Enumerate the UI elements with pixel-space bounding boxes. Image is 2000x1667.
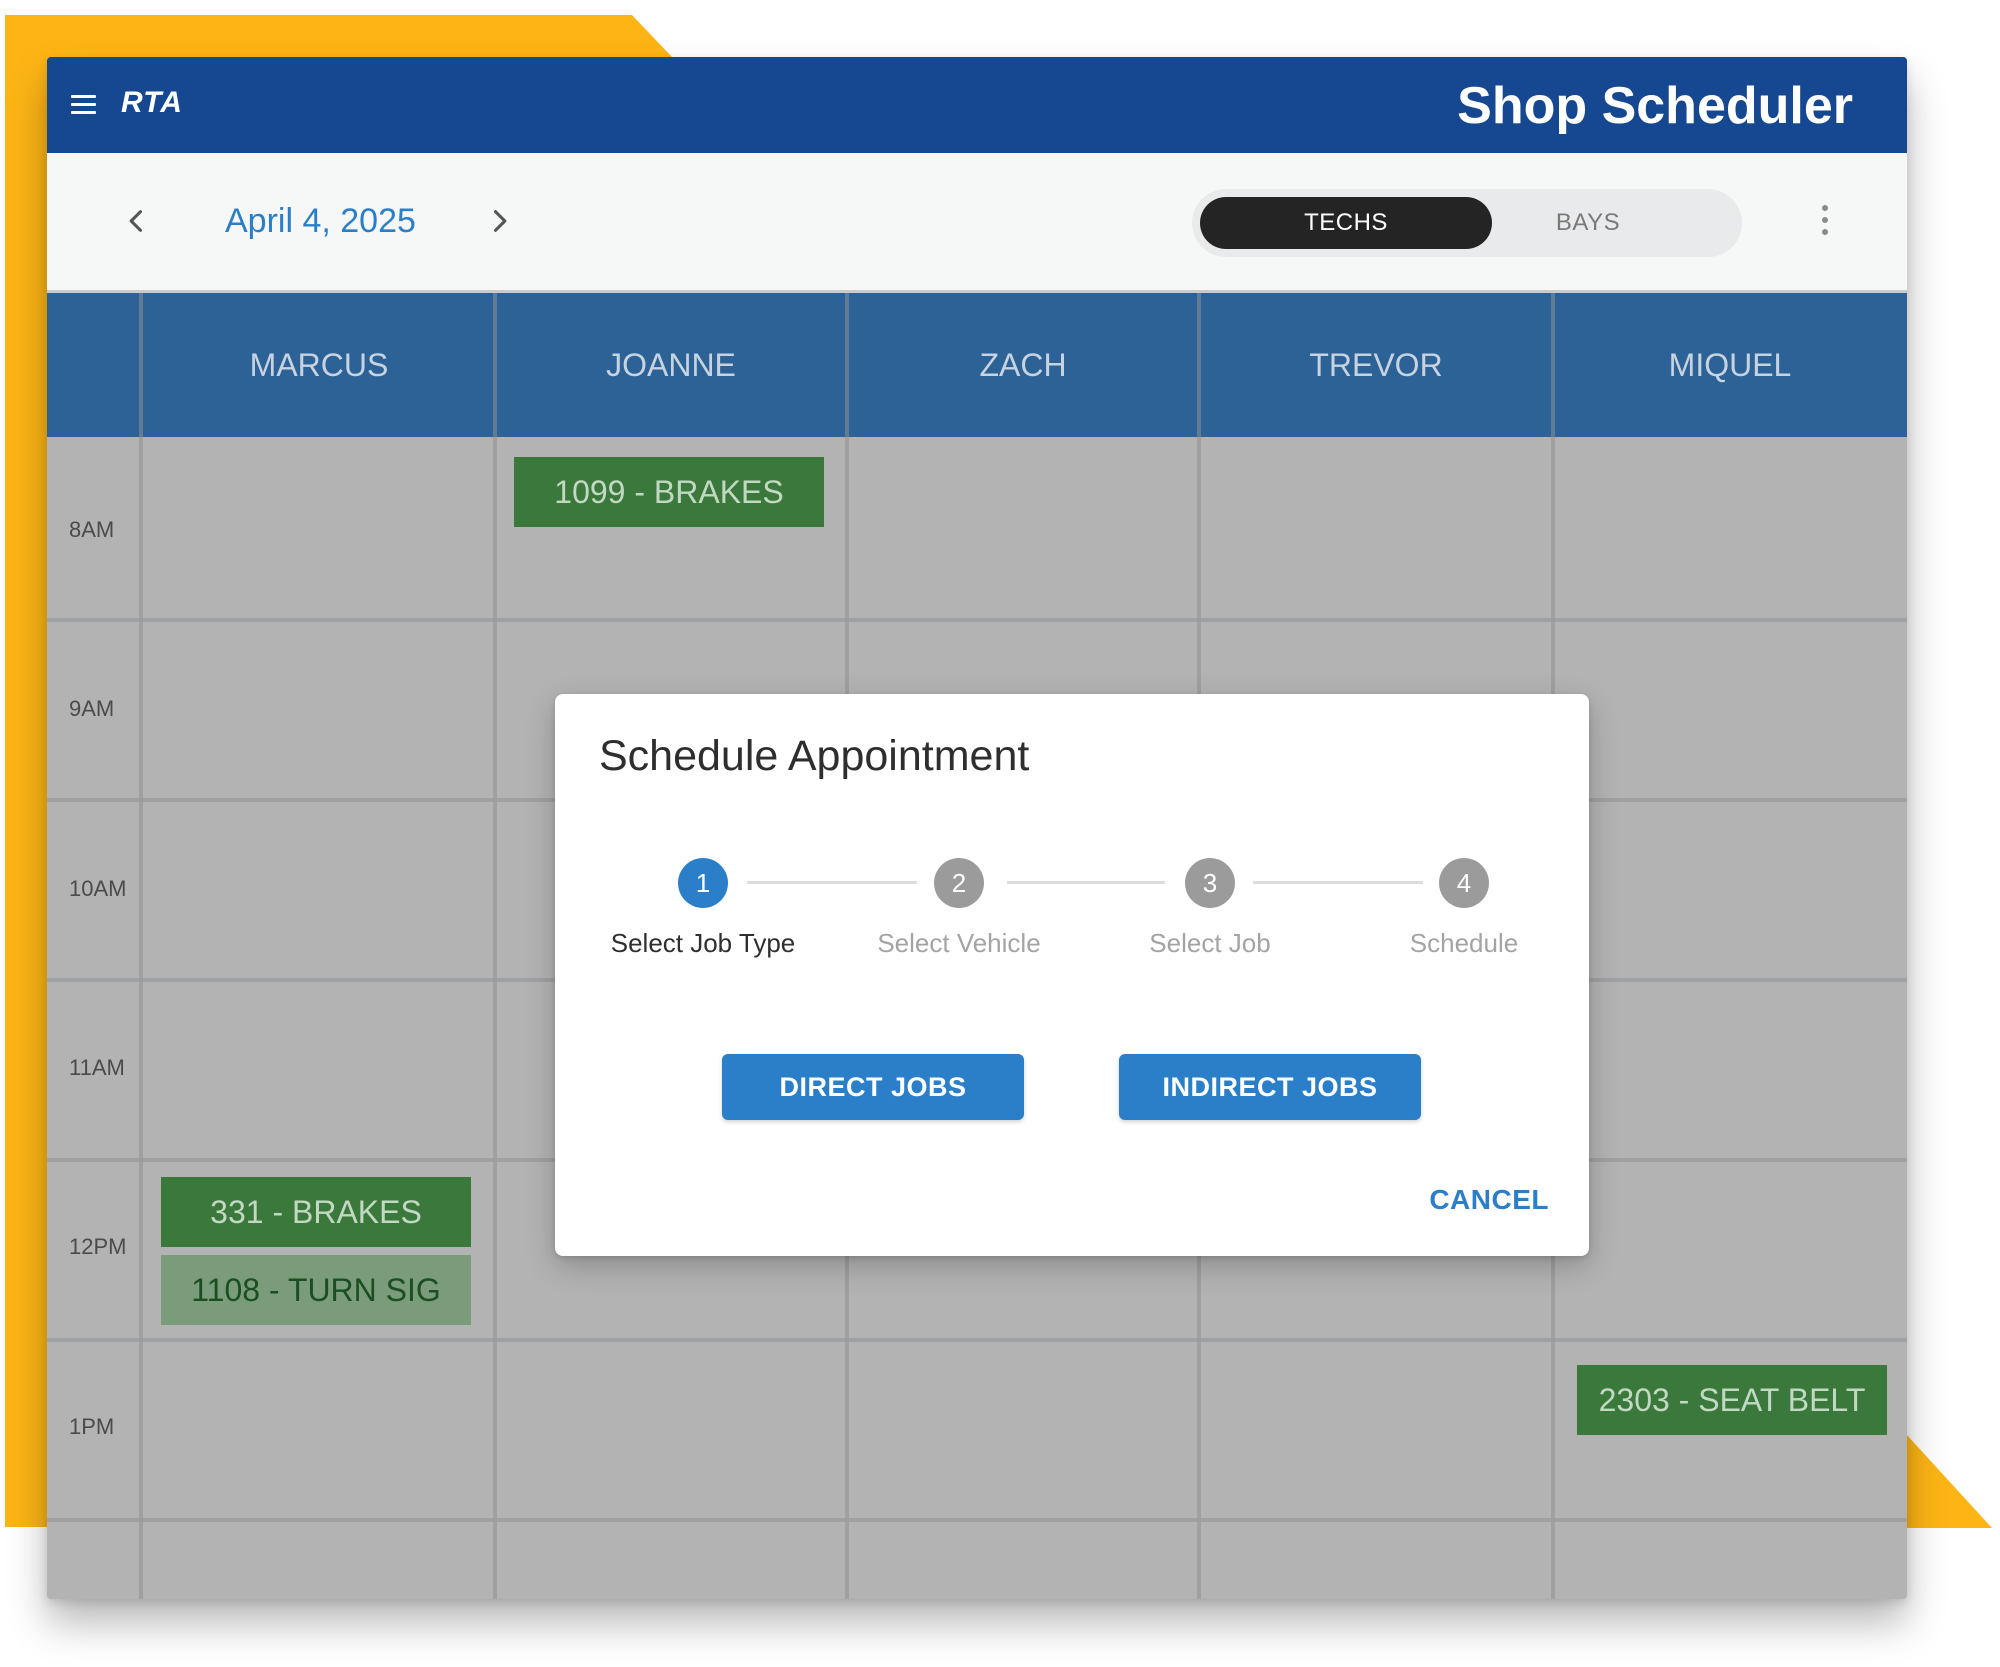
time-label-9am: 9AM [69, 696, 115, 721]
grid-row-divider [47, 618, 1907, 622]
toggle-techs[interactable]: TECHS [1200, 197, 1492, 249]
time-label-1pm: 1PM [69, 1414, 115, 1439]
grid-row-divider [47, 1518, 1907, 1522]
grid-row-divider [47, 1338, 1907, 1342]
step-number: 1 [678, 858, 728, 908]
direct-jobs-button[interactable]: DIRECT JOBS [722, 1054, 1024, 1120]
hamburger-menu-icon[interactable] [71, 85, 111, 125]
job-block[interactable]: 1108 - TURN SIG [161, 1255, 471, 1325]
tech-header-miquel: MIQUEL [1668, 346, 1792, 383]
job-block[interactable]: 1099 - BRAKES [514, 457, 824, 527]
accent-shape-right [1906, 1434, 1992, 1528]
cancel-button[interactable]: CANCEL [1429, 1184, 1549, 1216]
step-select-job: 3 Select Job [1100, 858, 1320, 959]
app-window: RTA Shop Scheduler April 4, 2025 BAYS TE… [47, 57, 1907, 1599]
time-label-12pm: 12PM [69, 1234, 127, 1259]
schedule-appointment-dialog: Schedule Appointment 1 Select Job Type 2… [555, 694, 1589, 1256]
step-select-vehicle: 2 Select Vehicle [849, 858, 1069, 959]
step-number: 2 [934, 858, 984, 908]
step-schedule: 4 Schedule [1354, 858, 1574, 959]
step-number: 4 [1439, 858, 1489, 908]
dialog-title: Schedule Appointment [599, 732, 1030, 780]
job-block[interactable]: 331 - BRAKES [161, 1177, 471, 1247]
page: RTA Shop Scheduler April 4, 2025 BAYS TE… [0, 0, 2000, 1667]
next-day-button[interactable] [475, 197, 523, 245]
step-number: 3 [1185, 858, 1235, 908]
time-label-11am: 11AM [69, 1055, 125, 1080]
tech-header-joanne: JOANNE [606, 346, 736, 383]
chevron-left-icon [129, 210, 143, 232]
date-toolbar: April 4, 2025 BAYS TECHS [47, 153, 1907, 293]
current-date[interactable]: April 4, 2025 [225, 201, 416, 241]
time-label-10am: 10AM [69, 876, 127, 901]
app-title: Shop Scheduler [1457, 77, 1853, 135]
step-label: Select Job Type [610, 928, 796, 958]
time-label-8am: 8AM [69, 517, 115, 542]
view-toggle: BAYS TECHS [1192, 189, 1742, 257]
tech-header-zach: ZACH [979, 346, 1067, 383]
more-vertical-icon[interactable] [1809, 197, 1841, 245]
chevron-right-icon [493, 210, 507, 232]
rta-logo: RTA [121, 86, 183, 119]
step-select-job-type: 1 Select Job Type [593, 858, 813, 959]
tech-header-marcus: MARCUS [249, 346, 389, 383]
step-label: Schedule [1409, 928, 1519, 958]
indirect-jobs-button[interactable]: INDIRECT JOBS [1119, 1054, 1421, 1120]
tech-header-trevor: TREVOR [1309, 346, 1443, 383]
step-label: Select Vehicle [877, 928, 1041, 958]
step-label: Select Job [1149, 928, 1271, 958]
grid-column-divider [139, 293, 143, 1599]
job-block[interactable]: 2303 - SEAT BELT [1577, 1365, 1887, 1435]
previous-day-button[interactable] [113, 197, 161, 245]
top-app-bar: RTA Shop Scheduler [47, 57, 1907, 153]
tech-header-row: MARCUS JOANNE ZACH TREVOR MIQUEL [47, 293, 1907, 437]
grid-column-divider [493, 293, 497, 1599]
